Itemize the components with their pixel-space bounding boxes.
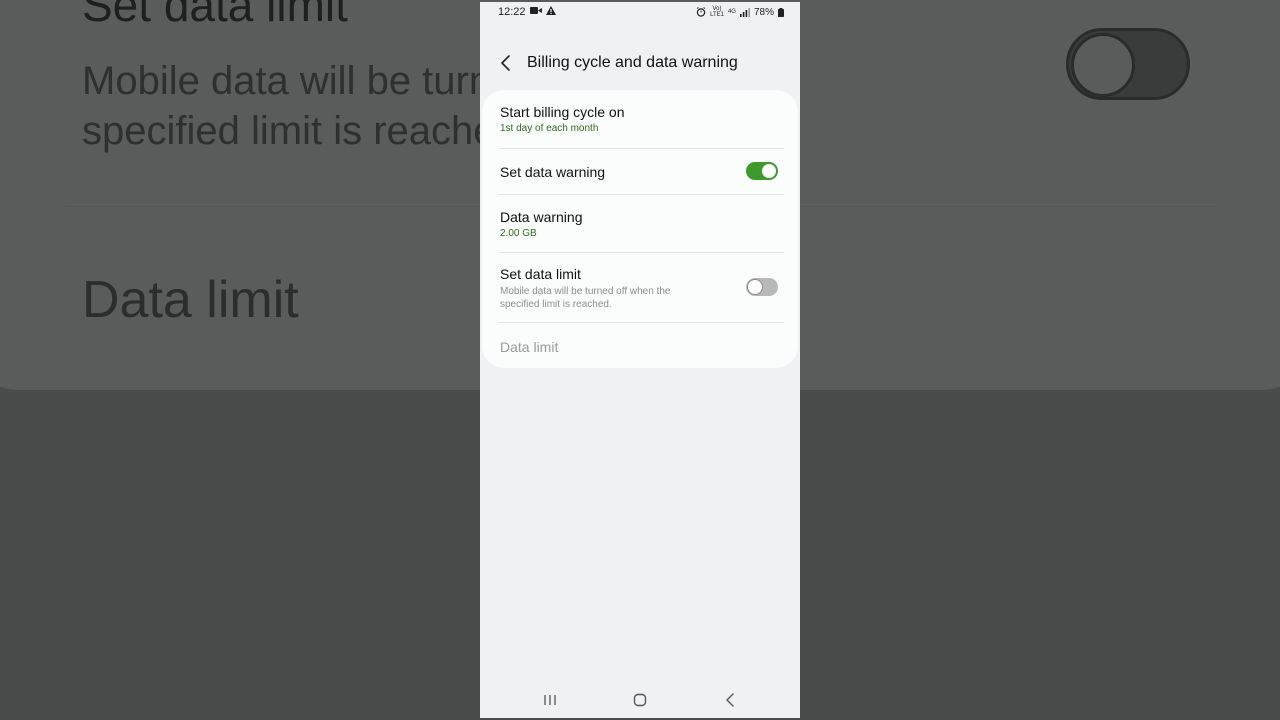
divider bbox=[498, 322, 784, 323]
data-warning-row[interactable]: Data warning 2.00 GB bbox=[500, 209, 784, 239]
billing-cycle-value: 1st day of each month bbox=[500, 123, 599, 134]
recents-icon bbox=[544, 695, 556, 705]
divider bbox=[498, 252, 784, 253]
chevron-left-icon bbox=[501, 55, 510, 71]
data-warning-title: Data warning bbox=[500, 209, 583, 225]
status-notification-icons bbox=[530, 6, 556, 17]
data-limit-row: Data limit bbox=[500, 339, 784, 355]
phone-screen: 12:22 Vo) LTE1 4G 78% Billing cycle and d… bbox=[480, 2, 800, 718]
home-button[interactable] bbox=[628, 690, 652, 710]
billing-cycle-row[interactable]: Start billing cycle on 1st day of each m… bbox=[500, 104, 784, 134]
navigation-bar bbox=[480, 686, 800, 716]
nav-back-icon bbox=[726, 693, 734, 707]
background-switch-knob bbox=[1071, 33, 1135, 97]
home-icon bbox=[633, 693, 647, 707]
battery-percent: 78% bbox=[753, 6, 774, 18]
set-data-limit-description: Mobile data will be turned off when the … bbox=[500, 286, 671, 310]
status-time: 12:22 bbox=[498, 6, 526, 18]
recents-button[interactable] bbox=[538, 690, 562, 710]
battery-icon bbox=[778, 7, 784, 17]
data-warning-value: 2.00 GB bbox=[500, 228, 537, 239]
volte-icon: Vo) LTE1 bbox=[710, 6, 724, 18]
set-data-warning-title: Set data warning bbox=[500, 164, 606, 180]
billing-cycle-title: Start billing cycle on bbox=[500, 104, 625, 120]
screen: Set data limit Mobile data will be turne… bbox=[0, 0, 1280, 720]
set-data-warning-switch[interactable] bbox=[746, 162, 778, 180]
status-bar: 12:22 Vo) LTE1 4G 78% bbox=[480, 2, 800, 24]
back-button[interactable] bbox=[494, 50, 518, 76]
background-data-limit: Data limit bbox=[82, 271, 299, 329]
background-title: Set data limit bbox=[82, 0, 348, 31]
divider bbox=[498, 148, 784, 149]
set-data-limit-title: Set data limit bbox=[500, 266, 581, 282]
page-title: Billing cycle and data warning bbox=[527, 54, 738, 71]
app-bar: Billing cycle and data warning bbox=[480, 46, 800, 82]
nav-back-button[interactable] bbox=[718, 690, 742, 710]
set-data-limit-switch[interactable] bbox=[746, 278, 778, 296]
divider bbox=[498, 194, 784, 195]
switch-knob bbox=[761, 163, 777, 179]
data-limit-title: Data limit bbox=[500, 339, 559, 355]
alarm-icon bbox=[696, 7, 706, 17]
video-camera-icon bbox=[530, 7, 542, 14]
warning-icon bbox=[545, 6, 556, 15]
switch-knob bbox=[747, 279, 763, 295]
settings-card: Start billing cycle on 1st day of each m… bbox=[482, 90, 798, 368]
set-data-limit-row[interactable]: Set data limit Mobile data will be turne… bbox=[500, 266, 710, 311]
set-data-warning-row[interactable]: Set data warning bbox=[500, 164, 784, 180]
signal-icon bbox=[739, 7, 750, 17]
status-right-icons: Vo) LTE1 4G 78% bbox=[696, 6, 784, 18]
volte-bottom: LTE1 bbox=[710, 12, 724, 18]
background-switch bbox=[1066, 28, 1190, 100]
network-type-icon: 4G bbox=[727, 9, 736, 15]
